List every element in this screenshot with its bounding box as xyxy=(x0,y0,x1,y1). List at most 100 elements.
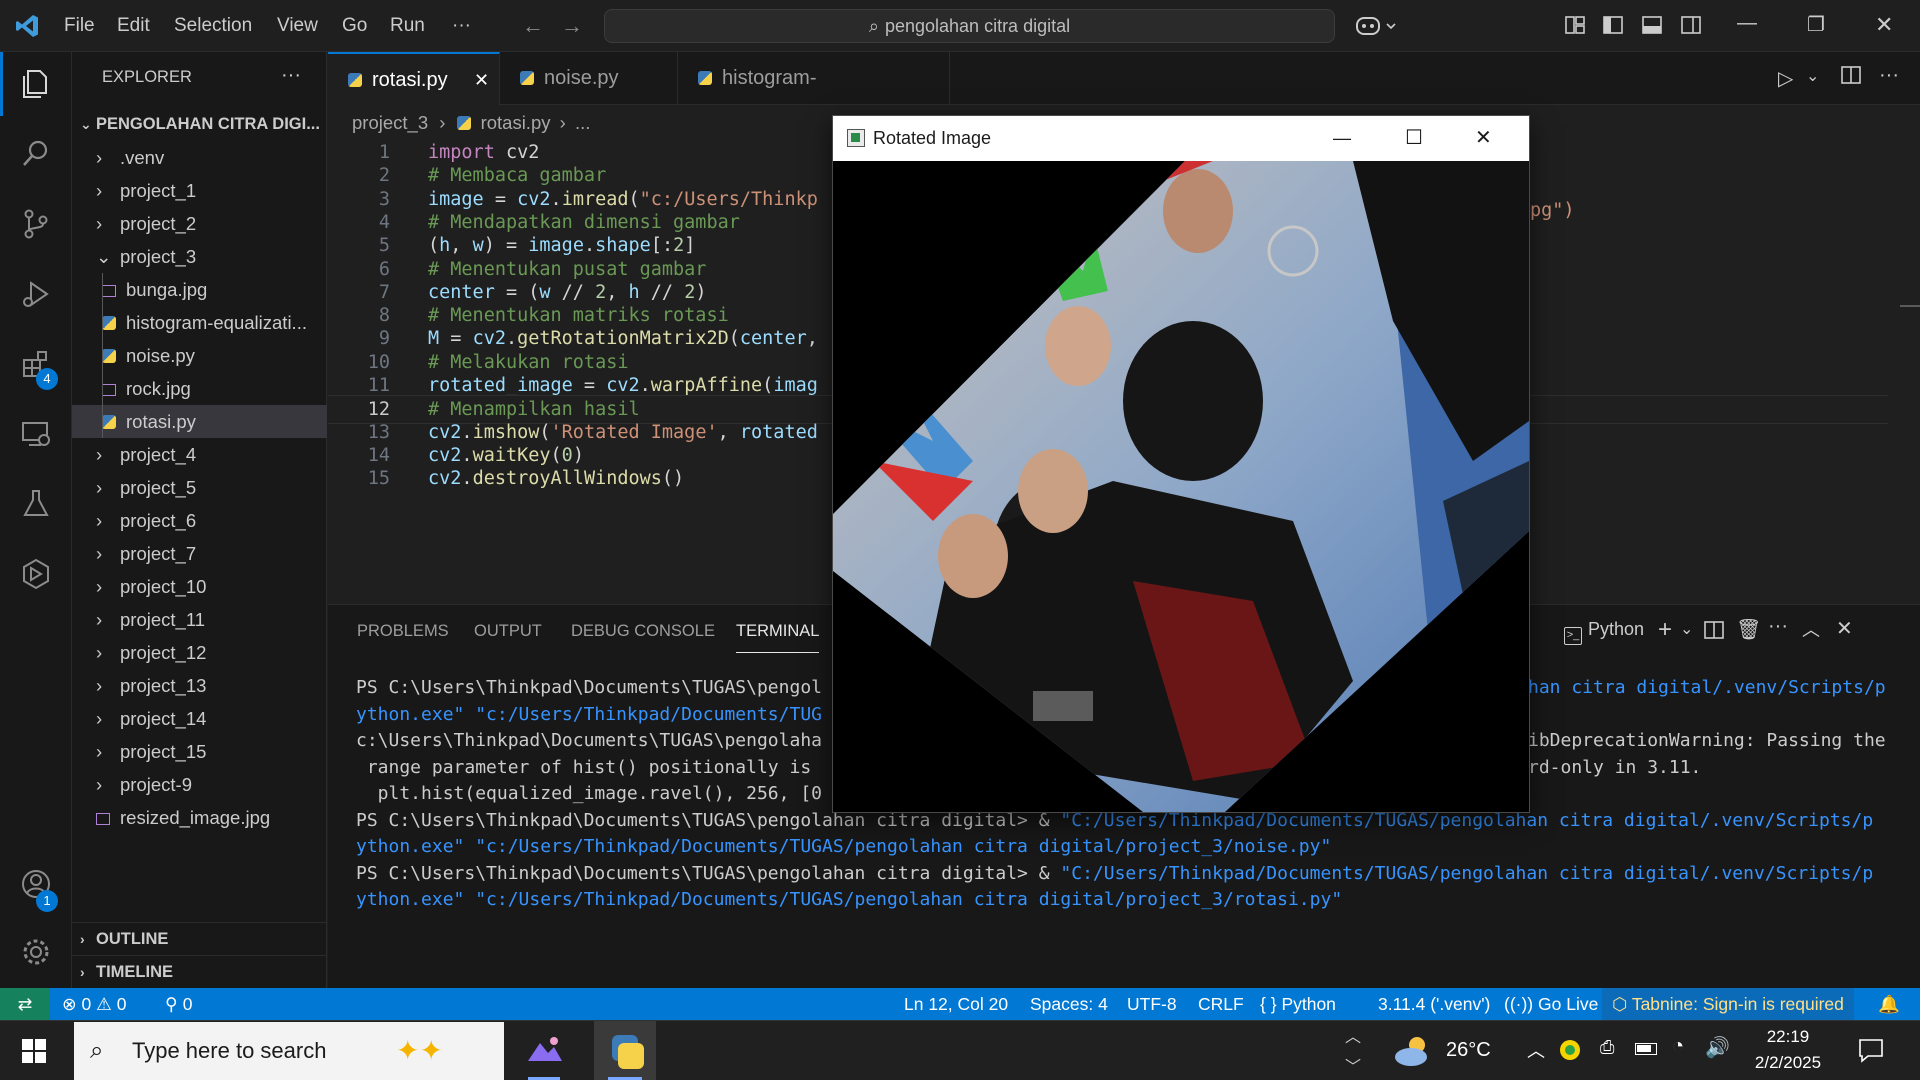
tree-item-project-2[interactable]: › project_2 xyxy=(72,207,327,240)
settings-gear-icon[interactable] xyxy=(0,920,72,984)
command-center-search[interactable]: ⌕ pengolahan citra digital xyxy=(604,9,1335,43)
taskbar-scroll-up-icon[interactable]: ︿ xyxy=(1345,1023,1361,1047)
menu-edit[interactable]: Edit xyxy=(117,0,150,52)
terminal-link[interactable]: ython.exe" "c:/Users/Thinkpad/Documents/… xyxy=(356,889,1342,910)
panel-more-icon[interactable]: ··· xyxy=(1768,615,1788,638)
tree-item-project-4[interactable]: › project_4 xyxy=(72,438,327,471)
breadcrumb-file[interactable]: rotasi.py xyxy=(481,112,551,133)
rotated-image-window[interactable]: Rotated Image — ☐ ✕ xyxy=(832,115,1530,813)
menu-run[interactable]: Run xyxy=(390,0,425,52)
explorer-more-icon[interactable]: ··· xyxy=(281,64,301,87)
tree-item-project-15[interactable]: › project_15 xyxy=(72,735,327,768)
outline-section[interactable]: › OUTLINE xyxy=(72,923,327,956)
tab-noise[interactable]: noise.py xyxy=(500,52,678,105)
run-python-file-icon[interactable]: ▷ xyxy=(1778,66,1793,91)
image-window-titlebar[interactable]: Rotated Image — ☐ ✕ xyxy=(833,116,1529,161)
copilot-icon[interactable] xyxy=(1355,12,1399,45)
restore-window-icon[interactable]: ❐ xyxy=(1807,12,1825,37)
menu-more[interactable]: ··· xyxy=(452,0,471,52)
minimize-window-icon[interactable]: — xyxy=(1737,12,1757,35)
new-terminal-plus-icon[interactable]: + xyxy=(1658,616,1672,644)
cursor-position[interactable]: Ln 12, Col 20 xyxy=(904,988,1008,1020)
go-live-button[interactable]: ((·)) Go Live xyxy=(1504,988,1598,1020)
menu-selection[interactable]: Selection xyxy=(174,0,252,52)
customize-layout-icon[interactable] xyxy=(1563,13,1589,39)
remote-indicator-icon[interactable]: ⇄ xyxy=(0,988,50,1020)
tree-item-project-7[interactable]: › project_7 xyxy=(72,537,327,570)
tree-item-project-3[interactable]: ⌄ project_3 xyxy=(72,240,327,273)
close-tab-icon[interactable]: ✕ xyxy=(474,54,489,107)
breadcrumb-more[interactable]: ... xyxy=(575,112,590,133)
source-control-icon[interactable] xyxy=(0,192,72,256)
encoding[interactable]: UTF-8 xyxy=(1127,988,1177,1020)
tab-problems[interactable]: PROBLEMS xyxy=(357,605,449,657)
tree-item-noise-py[interactable]: noise.py xyxy=(72,339,327,372)
search-icon[interactable] xyxy=(0,122,72,186)
tab-debug-console[interactable]: DEBUG CONSOLE xyxy=(571,605,715,657)
tree-item--venv[interactable]: › .venv xyxy=(72,141,327,174)
tree-item-project-6[interactable]: › project_6 xyxy=(72,504,327,537)
tree-item-rock-jpg[interactable]: rock.jpg xyxy=(72,372,327,405)
tree-item-project-13[interactable]: › project_13 xyxy=(72,669,327,702)
breadcrumb-folder[interactable]: project_3 xyxy=(352,112,428,133)
close-panel-icon[interactable]: ✕ xyxy=(1836,616,1853,641)
maximize-window-icon[interactable]: ☐ xyxy=(1405,116,1423,161)
terminal-link[interactable]: ython.exe" "c:/Users/Thinkpad/Documents/… xyxy=(356,836,1331,857)
menu-file[interactable]: File xyxy=(64,0,95,52)
indentation[interactable]: Spaces: 4 xyxy=(1030,988,1108,1020)
tree-item-project-12[interactable]: › project_12 xyxy=(72,636,327,669)
clock-time[interactable]: 22:19 xyxy=(1750,1027,1826,1047)
accounts-icon[interactable]: 1 xyxy=(0,852,72,916)
toggle-secondary-sidebar-icon[interactable] xyxy=(1679,13,1705,39)
windows-start-icon[interactable] xyxy=(22,1039,46,1068)
volume-icon[interactable]: 🔊 xyxy=(1705,1035,1730,1060)
remote-explorer-icon[interactable] xyxy=(0,402,72,466)
minimap-slider[interactable] xyxy=(1900,305,1920,307)
clock-date[interactable]: 2/2/2025 xyxy=(1750,1053,1826,1073)
tab-rotasi[interactable]: rotasi.py ✕ xyxy=(328,52,500,105)
tree-item-histogram-equalizati-[interactable]: histogram-equalizati... xyxy=(72,306,327,339)
split-terminal-icon[interactable] xyxy=(1703,619,1725,646)
taskbar-app-python[interactable] xyxy=(594,1021,656,1080)
terminal-link[interactable]: "C:/Users/Thinkpad/Documents/TUGAS/pengo… xyxy=(1060,863,1873,884)
run-debug-icon[interactable] xyxy=(0,262,72,326)
battery-icon[interactable] xyxy=(1635,1043,1657,1055)
explorer-icon[interactable] xyxy=(0,52,72,116)
tree-item-project-9[interactable]: › project-9 xyxy=(72,768,327,801)
timeline-section[interactable]: › TIMELINE xyxy=(72,956,327,989)
run-dropdown-chevron-icon[interactable]: ⌄ xyxy=(1806,66,1819,86)
wifi-icon[interactable]: ◔ xyxy=(1672,1035,1684,1058)
terminal-dropdown-chevron-icon[interactable]: ⌄ xyxy=(1680,619,1693,639)
minimize-window-icon[interactable]: — xyxy=(1333,116,1351,161)
tree-item-project-10[interactable]: › project_10 xyxy=(72,570,327,603)
weather-cloud-icon[interactable] xyxy=(1393,1033,1433,1074)
taskbar-app-photos[interactable] xyxy=(514,1021,574,1080)
tree-item-project-5[interactable]: › project_5 xyxy=(72,471,327,504)
tab-histogram-equalization[interactable]: histogram-equalization.py xyxy=(678,52,950,142)
notification-center-icon[interactable] xyxy=(1858,1037,1884,1068)
menu-go[interactable]: Go xyxy=(342,0,367,52)
notifications-bell-icon[interactable]: 🔔 xyxy=(1878,988,1900,1020)
workspace-root[interactable]: ⌄ PENGOLAHAN CITRA DIGI... xyxy=(72,108,327,141)
menu-view[interactable]: View xyxy=(277,0,318,52)
toggle-panel-icon[interactable] xyxy=(1640,13,1666,39)
tabnine-status[interactable]: ⬡ Tabnine: Sign-in is required xyxy=(1602,988,1854,1020)
maximize-panel-chevron-up-icon[interactable]: ︿ xyxy=(1802,616,1820,642)
testing-icon[interactable] xyxy=(0,472,72,536)
language-mode[interactable]: { } Python xyxy=(1260,988,1336,1020)
meet-now-icon[interactable]: ⎙ xyxy=(1600,1037,1614,1058)
extensions-icon[interactable]: 4 xyxy=(0,332,72,396)
tree-item-resized-image-jpg[interactable]: resized_image.jpg xyxy=(72,801,327,834)
tree-item-project-11[interactable]: › project_11 xyxy=(72,603,327,636)
tree-item-bunga-jpg[interactable]: bunga.jpg xyxy=(72,273,327,306)
tree-item-project-1[interactable]: › project_1 xyxy=(72,174,327,207)
weather-temperature[interactable]: 26°C xyxy=(1446,1039,1491,1062)
back-arrow-icon[interactable]: ← xyxy=(522,13,544,39)
forward-arrow-icon[interactable]: → xyxy=(561,13,583,39)
tab-terminal[interactable]: TERMINAL xyxy=(736,609,820,653)
kill-terminal-trash-icon[interactable]: 🗑 xyxy=(1736,617,1761,642)
terminal-shell-selector[interactable]: >_ Python xyxy=(1564,619,1644,645)
close-window-icon[interactable]: ✕ xyxy=(1875,12,1893,38)
ports-status[interactable]: ⚲ 0 xyxy=(165,988,192,1020)
split-editor-icon[interactable] xyxy=(1840,64,1862,91)
